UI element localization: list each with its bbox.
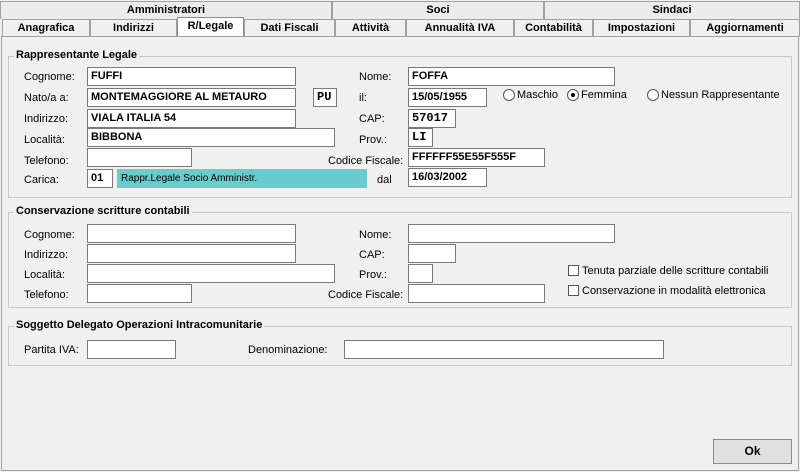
cap-field[interactable]: 57017 bbox=[408, 109, 456, 128]
label-telefono: Telefono: bbox=[24, 155, 69, 167]
dal-field[interactable]: 16/03/2002 bbox=[408, 168, 487, 187]
data-nascita-field[interactable]: 15/05/1955 bbox=[408, 88, 487, 107]
tab-annualita-iva[interactable]: Annualità IVA bbox=[406, 19, 514, 37]
label-nessun-rappresentante: Nessun Rappresentante bbox=[661, 89, 780, 101]
tab-attivita[interactable]: Attività bbox=[335, 19, 406, 37]
label-cognome: Cognome: bbox=[24, 71, 75, 83]
label-indirizzo: Indirizzo: bbox=[24, 113, 69, 125]
cons-cap-field[interactable] bbox=[408, 244, 456, 263]
group-title-rappresentante: Rappresentante Legale bbox=[14, 49, 140, 62]
label-codice-fiscale: Codice Fiscale: bbox=[328, 155, 404, 167]
tab-impostazioni[interactable]: Impostazioni bbox=[593, 19, 690, 37]
codice-fiscale-field[interactable]: FFFFFF55E55F555F bbox=[408, 148, 545, 167]
partita-iva-field[interactable] bbox=[87, 340, 176, 359]
prov-field[interactable]: LI bbox=[408, 128, 433, 147]
tab-dati-fiscali[interactable]: Dati Fiscali bbox=[244, 19, 335, 37]
radio-femmina[interactable] bbox=[567, 89, 579, 101]
telefono-field[interactable] bbox=[87, 148, 192, 167]
nato-field[interactable]: MONTEMAGGIORE AL METAURO bbox=[87, 88, 296, 107]
tab-sindaci[interactable]: Sindaci bbox=[544, 1, 800, 19]
label-tenuta-parziale: Tenuta parziale delle scritture contabil… bbox=[582, 265, 769, 277]
cons-prov-field[interactable] bbox=[408, 264, 433, 283]
label-dal: dal bbox=[377, 174, 392, 186]
nato-prov-field[interactable]: PU bbox=[313, 88, 337, 107]
label-modalita-elettronica: Conservazione in modalità elettronica bbox=[582, 285, 766, 297]
tab-r-legale[interactable]: R/Legale bbox=[177, 17, 244, 37]
cons-indirizzo-field[interactable] bbox=[87, 244, 296, 263]
group-title-delegato: Soggetto Delegato Operazioni Intracomuni… bbox=[14, 319, 265, 332]
label-cons-codice-fiscale: Codice Fiscale: bbox=[328, 289, 404, 301]
label-nato: Nato/a a: bbox=[24, 92, 69, 104]
tab-indirizzi[interactable]: Indirizzi bbox=[90, 19, 177, 37]
label-maschio: Maschio bbox=[517, 89, 558, 101]
cons-cognome-field[interactable] bbox=[87, 224, 296, 243]
radio-nessun-rappresentante[interactable] bbox=[647, 89, 659, 101]
tab-soci[interactable]: Soci bbox=[332, 1, 544, 19]
label-partita-iva: Partita IVA: bbox=[24, 344, 79, 356]
label-carica: Carica: bbox=[24, 174, 59, 186]
label-cons-cap: CAP: bbox=[359, 249, 385, 261]
carica-code-field[interactable]: 01 bbox=[87, 169, 113, 188]
tab-contabilita[interactable]: Contabilità bbox=[514, 19, 593, 37]
group-title-conservazione: Conservazione scritture contabili bbox=[14, 205, 192, 218]
label-nome: Nome: bbox=[359, 71, 392, 83]
nome-field[interactable]: FOFFA bbox=[408, 67, 615, 86]
label-cons-cognome: Cognome: bbox=[24, 229, 75, 241]
label-il: il: bbox=[359, 92, 367, 104]
label-cap: CAP: bbox=[359, 113, 385, 125]
label-cons-telefono: Telefono: bbox=[24, 289, 69, 301]
ok-button[interactable]: Ok bbox=[713, 439, 792, 464]
label-cons-indirizzo: Indirizzo: bbox=[24, 249, 69, 261]
cons-codice-fiscale-field[interactable] bbox=[408, 284, 545, 303]
denominazione-field[interactable] bbox=[344, 340, 664, 359]
label-prov: Prov.: bbox=[359, 134, 387, 146]
tab-anagrafica[interactable]: Anagrafica bbox=[2, 19, 90, 37]
label-localita: Località: bbox=[24, 134, 65, 146]
label-denominazione: Denominazione: bbox=[248, 344, 328, 356]
cons-localita-field[interactable] bbox=[87, 264, 335, 283]
indirizzo-field[interactable]: VIALA ITALIA 54 bbox=[87, 109, 296, 128]
tab-amministratori[interactable]: Amministratori bbox=[0, 1, 332, 19]
label-cons-nome: Nome: bbox=[359, 229, 392, 241]
carica-description: Rappr.Legale Socio Amministr. bbox=[117, 169, 367, 188]
cons-telefono-field[interactable] bbox=[87, 284, 192, 303]
cognome-field[interactable]: FUFFI bbox=[87, 67, 296, 86]
checkbox-modalita-elettronica[interactable] bbox=[568, 285, 579, 296]
cons-nome-field[interactable] bbox=[408, 224, 615, 243]
radio-maschio[interactable] bbox=[503, 89, 515, 101]
localita-field[interactable]: BIBBONA bbox=[87, 128, 335, 147]
checkbox-tenuta-parziale[interactable] bbox=[568, 265, 579, 276]
label-femmina: Femmina bbox=[581, 89, 627, 101]
label-cons-localita: Località: bbox=[24, 269, 65, 281]
tab-aggiornamenti[interactable]: Aggiornamenti bbox=[690, 19, 800, 37]
label-cons-prov: Prov.: bbox=[359, 269, 387, 281]
